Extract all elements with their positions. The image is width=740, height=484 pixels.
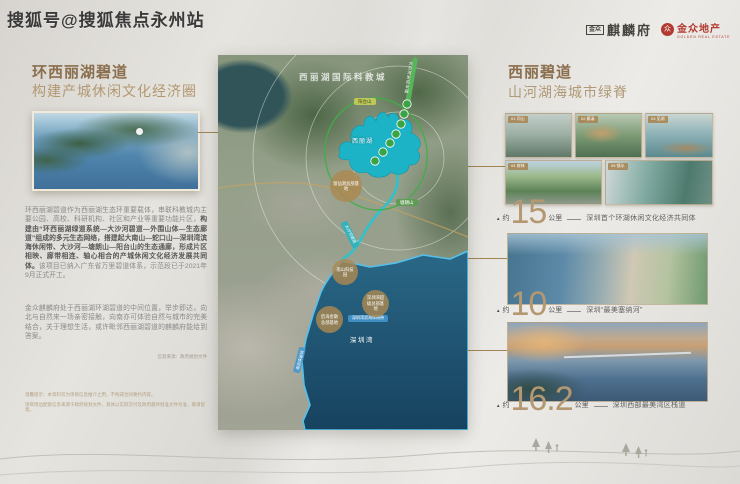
thumb-name: 镜水 [617, 163, 625, 168]
connector-line-right-2 [468, 258, 507, 259]
map-region-label: 西丽湖国际科教城 [278, 73, 408, 83]
triangle-marker-icon: ▲ [496, 308, 500, 313]
gallery-thumb-jianhu: 03 见湖 [645, 113, 713, 158]
district-circle-liuxiandong: 留仙洞总部基地 [330, 170, 362, 202]
stat-unit: 公里 [548, 305, 562, 315]
map-coast-label: 深圳湾滨海休闲带 [348, 315, 388, 322]
thumb-tag: 03 [651, 116, 655, 121]
thumb-name: 问山 [517, 116, 525, 121]
thumb-tag: 05 [611, 163, 615, 168]
stat-value: 15 [510, 199, 546, 227]
stat-desc: 深圳首个环湖休闲文化经济共同体 [586, 213, 696, 223]
connector-line-right-3 [468, 350, 507, 351]
left-paragraph-1: 环西丽湖碧道作为西丽湖生态环重要载体，串联科教城内主要公园、高校、科研机构、社区… [25, 206, 207, 280]
district-circle-super-hq: 深圳湾超级总部基地 [362, 290, 389, 317]
stat-10km: ▲ 约 10 公里 深圳“最美塞纳河” [496, 291, 643, 319]
district-circle-houhai: 后海金融总部基地 [316, 306, 343, 333]
developer-tagline: GOLDEN REAL ESTATE [677, 35, 730, 39]
connector-line-left [198, 132, 218, 133]
left-panel-title: 环西丽湖碧道 [32, 61, 128, 82]
stat-prefix: 约 [502, 213, 509, 223]
thumb-name: 廊溪 [587, 116, 595, 121]
gallery-thumb-langxi: 02 廊溪 [575, 113, 642, 158]
stat-divider [567, 311, 581, 312]
thumb-badge: 01 问山 [508, 116, 528, 123]
satellite-map: 西丽湖国际科教城 西丽湖 阳台山 大沙河生态长廊 塘朗山 大沙河碧道 深圳湾滨海… [218, 55, 468, 430]
brand-logo-qilinfu: 金众 麒麟府 [586, 20, 652, 39]
p1-start: 环西丽湖碧道作为西丽湖生态环重要载体，串联科教城内主要公园、高校、科研机构、社区… [25, 207, 207, 223]
right-panel-subtitle: 山河湖海城市绿脊 [508, 82, 628, 102]
gallery-thumb-wenshan: 01 问山 [505, 113, 572, 158]
decorative-hills [0, 425, 740, 484]
developer-name: 金众地产 [677, 20, 730, 35]
brand-name: 麒麟府 [607, 20, 652, 39]
stat-16-2km: ▲ 约 16.2 公里 深圳西部最美湾区栈道 [496, 386, 686, 414]
disclaimer-line-1: 温馨提示：本资料仅为项目信息推介之用，不构成合同要约内容。 [25, 392, 213, 397]
p1-bold: 构建由“环西丽湖绿道系统—大沙河碧道—外围山体—生态廊道”组成的多元生态网络，搭… [25, 216, 207, 269]
stat-prefix: 约 [502, 305, 509, 315]
left-panel-subtitle: 构建产城休闲文化经济圈 [32, 81, 197, 101]
tree-icons [532, 438, 647, 458]
stat-divider [567, 219, 581, 220]
district-circle-keji-park: 南山科技园 [332, 259, 358, 285]
stat-unit: 公里 [575, 400, 589, 410]
thumb-name: 见湖 [657, 116, 665, 121]
stat-prefix: 约 [502, 400, 509, 410]
lake-aerial-photo [32, 111, 200, 191]
thumb-name: 穿林 [517, 163, 525, 168]
brand-mark: 金众 [586, 25, 604, 35]
triangle-marker-icon: ▲ [496, 216, 500, 221]
stat-desc: 深圳“最美塞纳河” [586, 305, 642, 315]
disclaimer-line-2: 项目周边配套信息来源于政府规划文件，具体以实际交付及政府最终批准文件为准，敬请留… [25, 402, 213, 413]
thumb-tag: 02 [581, 116, 585, 121]
brand-logo-developer: 众 金众地产 GOLDEN REAL ESTATE [661, 20, 730, 39]
map-yangtai-mountain-label: 阳台山 [354, 98, 376, 105]
stat-divider [594, 406, 608, 407]
source-note: 信息来源：政府规划文件 [25, 354, 207, 360]
map-tanglang-mountain-label: 塘朗山 [396, 199, 418, 206]
map-vector-overlay [218, 55, 468, 430]
stat-15km: ▲ 约 15 公里 深圳首个环湖休闲文化经济共同体 [496, 199, 696, 227]
stat-unit: 公里 [548, 213, 562, 223]
thumb-badge: 05 镜水 [608, 163, 628, 170]
stat-desc: 深圳西部最美湾区栈道 [613, 400, 686, 410]
triangle-marker-icon: ▲ [496, 403, 500, 408]
thumb-tag: 01 [511, 116, 515, 121]
photo-marker-dot [136, 128, 143, 135]
thumb-tag: 04 [511, 163, 515, 168]
p1-end: 该项目已纳入广东省万里碧道体系，示范段已于2021年9月正式开工。 [25, 263, 207, 279]
map-bay-label: 深圳湾 [350, 337, 374, 344]
thumb-badge: 02 廊溪 [578, 116, 598, 123]
left-paragraph-2: 金众麒麟府处于西丽湖环湖碧道的中间位置，举步即达，向北与自然来一场亲密接触，向南… [25, 304, 207, 341]
watermark: 搜狐号@搜狐焦点永州站 [7, 6, 205, 31]
stat-value: 10 [510, 291, 546, 319]
promo-poster: 搜狐号@搜狐焦点永州站 金众 麒麟府 众 金众地产 GOLDEN REAL ES… [0, 0, 740, 484]
thumb-badge: 03 见湖 [648, 116, 668, 123]
right-panel-title: 西丽碧道 [508, 61, 572, 82]
connector-line-right-1 [468, 166, 505, 167]
stat-value: 16.2 [510, 386, 572, 414]
developer-seal-icon: 众 [661, 23, 674, 36]
bay-bridge-silhouette [564, 352, 691, 358]
thumb-badge: 04 穿林 [508, 163, 528, 170]
map-lake-label: 西丽湖 [352, 139, 373, 146]
